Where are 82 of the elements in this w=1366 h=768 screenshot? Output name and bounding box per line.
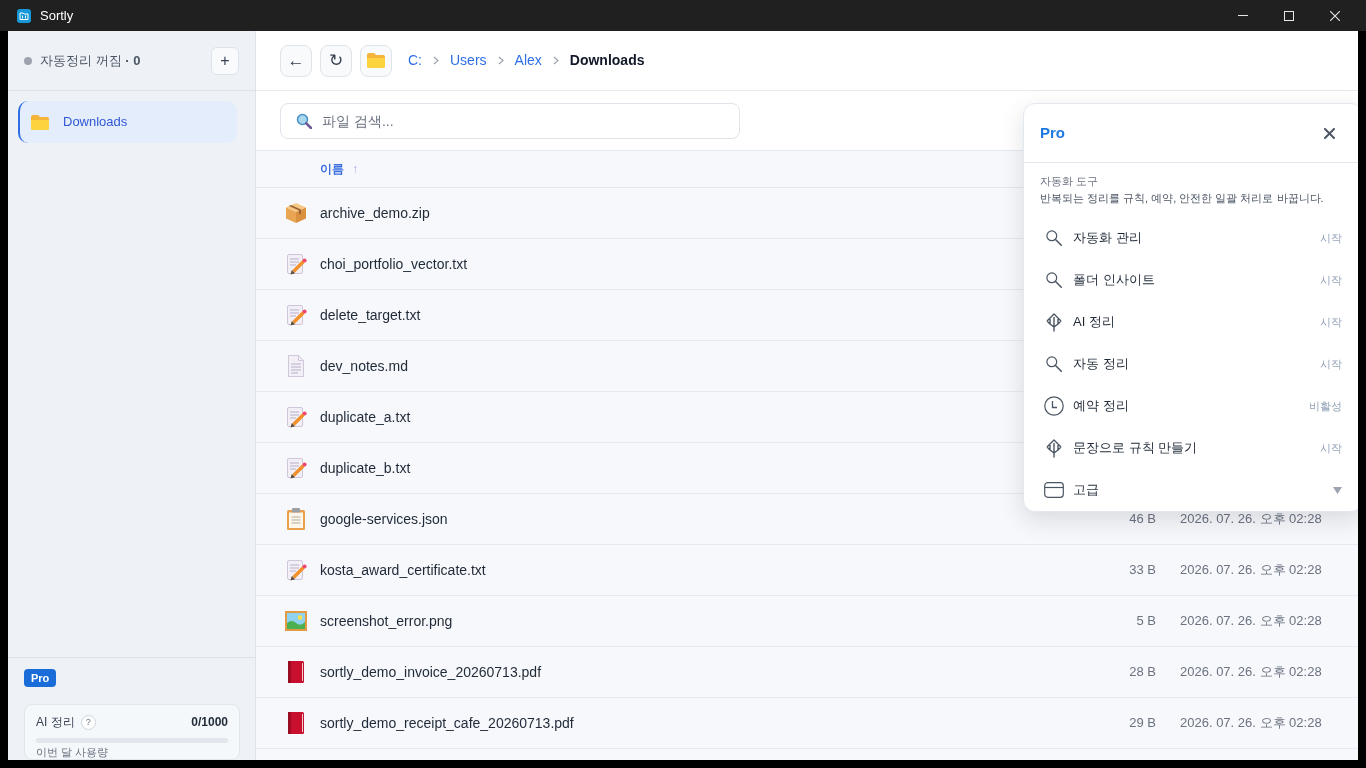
file-name: kosta_award_certificate.txt [320,560,486,580]
chevron-icon [433,56,439,65]
menu-item-status: 시작 [1320,272,1342,288]
menu-item[interactable]: AI 정리 시작 [1024,301,1358,343]
file-size: 46 B [1129,511,1156,527]
chevron-icon [552,56,559,65]
branch-arrow-icon [1046,438,1062,458]
file-name: screenshot_error.png [320,611,453,631]
file-row[interactable]: sortly_demo_receipt_cafe_20260713.pdf 29 B 2026. 07. 26. 오후 02:28 [256,698,1358,749]
usage-caption: 이번 달 사용량 [36,746,110,759]
menu-item-status: 시작 [1320,440,1342,456]
search-icon [1046,230,1062,246]
file-size: 5 B [1136,613,1156,629]
file-name: choi_portfolio_vector.txt [320,254,468,274]
search-field[interactable]: 파일 검색... [280,102,740,139]
breadcrumb-link[interactable]: Alex [514,50,542,71]
add-button[interactable]: + [211,46,239,75]
column-header[interactable]: 이름 ↑ [320,160,358,178]
app-logo-icon [17,8,31,23]
folder-icon [367,53,385,68]
picture-icon [285,610,307,632]
minimize-icon [1238,15,1248,16]
file-size: 28 B [1129,664,1156,680]
search-icon [1046,356,1062,372]
breadcrumb-current: Downloads [569,51,645,70]
refresh-button[interactable]: ↻ [320,44,352,77]
usage-count: 0/1000 [191,714,228,731]
help-button[interactable]: ? [80,714,96,730]
document-icon [285,355,307,377]
package-icon [285,202,307,224]
search-icon [296,112,312,129]
menu-item[interactable]: 자동 정리 시작 [1024,343,1358,385]
file-name: duplicate_a.txt [320,407,411,427]
search-icon [1046,272,1062,288]
open-folder-button[interactable] [360,44,392,77]
memo-pencil-icon [285,559,307,581]
clipboard-icon [285,508,307,530]
file-name: duplicate_b.txt [320,458,411,478]
memo-pencil-icon [285,304,307,326]
clock-icon [1044,396,1064,416]
breadcrumb-link[interactable]: Users [450,50,487,71]
sidebar-item[interactable]: Downloads [18,101,237,143]
file-name: google-services.json [320,509,448,529]
book-icon [285,661,307,683]
file-date: 2026. 07. 26. 오후 02:28 [1180,715,1322,731]
file-name: sortly_demo_receipt_cafe_20260713.pdf [320,713,574,733]
section-label: 자동화 도구 [1039,174,1100,189]
memo-pencil-icon [285,457,307,479]
branch-arrow-icon [1046,312,1062,332]
maximize-icon [1284,10,1294,21]
file-row[interactable]: screenshot_error.png 5 B 2026. 07. 26. 오후 02:28 [256,596,1358,647]
popup-title: Pro [1040,122,1065,143]
book-icon [285,712,307,734]
back-button[interactable]: ← [280,44,312,77]
file-date: 2026. 07. 26. 오후 02:28 [1180,562,1322,578]
window-title: Sortly [40,6,74,25]
usage-title: AI 정리 [36,714,75,731]
file-name: dev_notes.md [320,356,408,376]
file-size: 33 B [1129,562,1156,578]
popup-description: 반복되는 정리를 규칙, 예약, 안전한 일괄 처리로 바꿉니다. [1039,191,1325,206]
file-date: 2026. 07. 26. 오후 02:28 [1180,664,1322,680]
close-icon [1323,127,1335,139]
folder-icon [31,114,49,130]
autosort-status: 자동정리 꺼짐 · 0 [40,51,141,70]
file-row[interactable]: kosta_award_certificate.txt 33 B 2026. 07. 26. 오후 02:28 [256,545,1358,596]
file-name: sortly_demo_invoice_20260713.pdf [320,662,542,682]
file-name: archive_demo.zip [320,203,430,223]
memo-pencil-icon [285,253,307,275]
file-name: delete_target.txt [320,305,421,325]
menu-item-status: 시작 [1320,314,1342,330]
file-size: 29 B [1129,715,1156,731]
close-icon [1330,10,1340,21]
file-date: 2026. 07. 26. 오후 02:28 [1180,511,1322,527]
tray-icon [1044,482,1064,498]
menu-item-status: 시작 [1320,356,1342,372]
memo-pencil-icon [285,406,307,428]
menu-item-status: 비활성 [1309,398,1342,414]
file-row[interactable]: sortly_demo_invoice_20260713.pdf 28 B 2026. 07. 26. 오후 02:28 [256,647,1358,698]
file-date: 2026. 07. 26. 오후 02:28 [1180,613,1322,629]
chevron-icon [497,56,504,65]
plan-badge: Pro [24,669,57,687]
breadcrumb-link[interactable]: C: [408,50,422,71]
